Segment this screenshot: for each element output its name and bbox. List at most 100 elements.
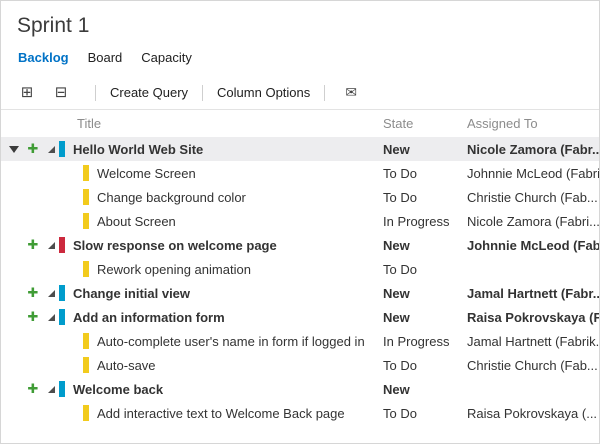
work-item-title: Auto-complete user's name in form if log… bbox=[97, 334, 365, 349]
title-cell: Rework opening animation bbox=[1, 261, 383, 277]
work-item-type-bar bbox=[83, 357, 89, 373]
work-item-title: Slow response on welcome page bbox=[73, 238, 277, 253]
tab-backlog[interactable]: Backlog bbox=[18, 50, 69, 65]
assigned-to-cell: Johnnie McLeod (Fabri... bbox=[467, 166, 599, 181]
work-item-title: Welcome back bbox=[73, 382, 163, 397]
tree-expander-icon[interactable] bbox=[48, 386, 55, 393]
assigned-to-cell: Johnnie McLeod (Fab... bbox=[467, 238, 599, 253]
state-cell: To Do bbox=[383, 358, 467, 373]
assigned-to-cell: Nicole Zamora (Fabri... bbox=[467, 214, 599, 229]
title-cell: ✚ Hello World Web Site bbox=[1, 141, 383, 157]
assigned-to-cell: Christie Church (Fab... bbox=[467, 190, 599, 205]
add-child-button[interactable]: ✚ bbox=[28, 311, 39, 324]
toolbar: ⊞ ⊟ Create Query Column Options ✉ bbox=[1, 76, 599, 110]
table-row[interactable]: ✚ Welcome back New bbox=[1, 377, 599, 401]
assigned-to-cell: Nicole Zamora (Fabr... bbox=[467, 142, 599, 157]
state-cell: New bbox=[383, 286, 467, 301]
toolbar-separator bbox=[324, 85, 325, 101]
tree-expander-icon[interactable] bbox=[48, 242, 55, 249]
title-cell: Auto-save bbox=[1, 357, 383, 373]
work-item-type-bar bbox=[83, 333, 89, 349]
title-cell: ✚ Change initial view bbox=[1, 285, 383, 301]
tab-capacity[interactable]: Capacity bbox=[141, 50, 192, 65]
state-cell: In Progress bbox=[383, 334, 467, 349]
title-cell: Welcome Screen bbox=[1, 165, 383, 181]
work-item-type-bar bbox=[83, 213, 89, 229]
table-row[interactable]: Rework opening animation To Do bbox=[1, 257, 599, 281]
work-item-title: Welcome Screen bbox=[97, 166, 196, 181]
grid-header-row: Title State Assigned To bbox=[1, 110, 599, 137]
work-item-type-bar bbox=[83, 405, 89, 421]
state-cell: In Progress bbox=[383, 214, 467, 229]
work-item-title: Rework opening animation bbox=[97, 262, 251, 277]
work-item-title: Hello World Web Site bbox=[73, 142, 203, 157]
work-item-type-bar bbox=[59, 381, 65, 397]
page-title: Sprint 1 bbox=[1, 1, 599, 48]
work-item-type-bar bbox=[83, 261, 89, 277]
backlog-grid: Title State Assigned To ✚ Hello World Web… bbox=[1, 110, 599, 425]
email-icon[interactable]: ✉ bbox=[339, 86, 363, 100]
work-item-title: Change background color bbox=[97, 190, 246, 205]
work-item-title: Add an information form bbox=[73, 310, 225, 325]
toolbar-separator bbox=[202, 85, 203, 101]
toolbar-separator bbox=[95, 85, 96, 101]
state-cell: New bbox=[383, 310, 467, 325]
tree-expander-icon[interactable] bbox=[48, 146, 55, 153]
work-item-type-bar bbox=[59, 285, 65, 301]
state-cell: New bbox=[383, 142, 467, 157]
backlog-grid-body: ✚Hello World Web SiteNewNicole Zamora (F… bbox=[1, 137, 599, 425]
table-row[interactable]: About Screen In ProgressNicole Zamora (Fa… bbox=[1, 209, 599, 233]
title-cell: Auto-complete user's name in form if log… bbox=[1, 333, 383, 349]
work-item-title: Change initial view bbox=[73, 286, 190, 301]
view-tabs: Backlog Board Capacity bbox=[1, 48, 599, 76]
title-cell: Add interactive text to Welcome Back pag… bbox=[1, 405, 383, 421]
column-header-state[interactable]: State bbox=[383, 116, 467, 131]
collapse-all-icon[interactable]: ⊟ bbox=[49, 85, 73, 100]
add-child-button[interactable]: ✚ bbox=[28, 383, 39, 396]
add-child-button[interactable]: ✚ bbox=[28, 143, 39, 156]
tab-board[interactable]: Board bbox=[88, 50, 123, 65]
assigned-to-cell: Raisa Pokrovskaya (... bbox=[467, 406, 599, 421]
tree-expander-icon[interactable] bbox=[48, 314, 55, 321]
state-cell: To Do bbox=[383, 262, 467, 277]
title-cell: ✚ Welcome back bbox=[1, 381, 383, 397]
state-cell: To Do bbox=[383, 406, 467, 421]
work-item-title: Auto-save bbox=[97, 358, 156, 373]
table-row[interactable]: Add interactive text to Welcome Back pag… bbox=[1, 401, 599, 425]
column-header-title[interactable]: Title bbox=[1, 116, 383, 131]
table-row[interactable]: Welcome Screen To DoJohnnie McLeod (Fabri… bbox=[1, 161, 599, 185]
selected-row-caret-icon bbox=[9, 146, 19, 153]
work-item-type-bar bbox=[83, 189, 89, 205]
work-item-title: Add interactive text to Welcome Back pag… bbox=[97, 406, 345, 421]
work-item-title: About Screen bbox=[97, 214, 176, 229]
title-cell: ✚ Slow response on welcome page bbox=[1, 237, 383, 253]
assigned-to-cell: Christie Church (Fab... bbox=[467, 358, 599, 373]
state-cell: To Do bbox=[383, 166, 467, 181]
table-row[interactable]: ✚ Change initial view NewJamal Hartnett (F… bbox=[1, 281, 599, 305]
state-cell: New bbox=[383, 382, 467, 397]
table-row[interactable]: ✚ Add an information form NewRaisa Pokrovs… bbox=[1, 305, 599, 329]
assigned-to-cell: Jamal Hartnett (Fabrik... bbox=[467, 334, 599, 349]
table-row[interactable]: Auto-complete user's name in form if log… bbox=[1, 329, 599, 353]
work-item-type-bar bbox=[83, 165, 89, 181]
table-row[interactable]: ✚Slow response on welcome pageNewJohnnie… bbox=[1, 233, 599, 257]
title-cell: About Screen bbox=[1, 213, 383, 229]
work-item-type-bar bbox=[59, 141, 65, 157]
tree-expander-icon[interactable] bbox=[48, 290, 55, 297]
add-child-button[interactable]: ✚ bbox=[28, 239, 39, 252]
state-cell: To Do bbox=[383, 190, 467, 205]
table-row[interactable]: Change background color To DoChristie Chu… bbox=[1, 185, 599, 209]
column-options-button[interactable]: Column Options bbox=[215, 85, 312, 100]
create-query-button[interactable]: Create Query bbox=[108, 85, 190, 100]
expand-all-icon[interactable]: ⊞ bbox=[15, 85, 39, 100]
work-item-type-bar bbox=[59, 309, 65, 325]
column-header-assigned-to[interactable]: Assigned To bbox=[467, 116, 599, 131]
title-cell: ✚ Add an information form bbox=[1, 309, 383, 325]
assigned-to-cell: Jamal Hartnett (Fabr... bbox=[467, 286, 599, 301]
table-row[interactable]: Auto-save To DoChristie Church (Fab... bbox=[1, 353, 599, 377]
sprint-backlog-window: Sprint 1 Backlog Board Capacity ⊞ ⊟ Crea… bbox=[0, 0, 600, 444]
table-row[interactable]: ✚ Hello World Web Site NewNicole Zamora (F… bbox=[1, 137, 599, 161]
add-child-button[interactable]: ✚ bbox=[28, 287, 39, 300]
work-item-type-bar bbox=[59, 237, 65, 253]
assigned-to-cell: Raisa Pokrovskaya (F... bbox=[467, 310, 599, 325]
